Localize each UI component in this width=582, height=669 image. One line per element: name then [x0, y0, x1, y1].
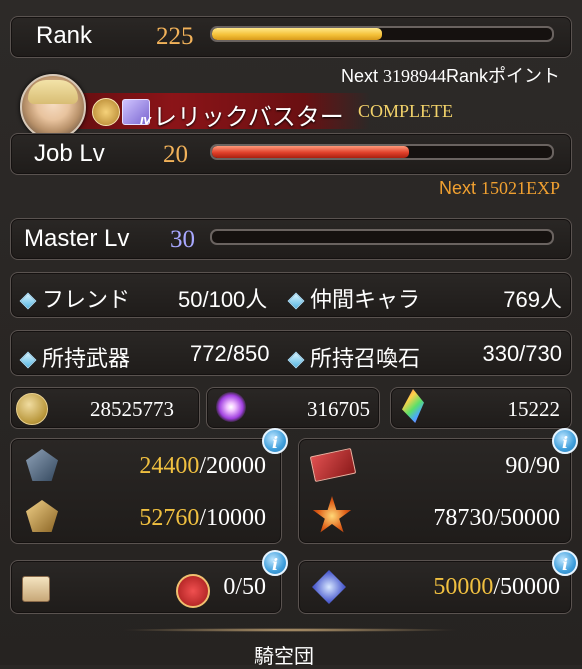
- rank-next-text: Next 3198944Rankポイント: [340, 66, 560, 86]
- diamond-icon: [19, 351, 37, 369]
- crystal-orb-icon: [216, 392, 246, 422]
- master-progress-bar: [210, 229, 554, 245]
- heart-value: 50000/50000: [433, 574, 560, 600]
- diamond-icon: [287, 292, 305, 310]
- summons-label[interactable]: 所持召喚石: [287, 341, 420, 373]
- friends-value: 50/100人: [178, 287, 268, 312]
- weapons-label[interactable]: 所持武器: [19, 341, 130, 373]
- crew-label[interactable]: 仲間キャラ: [287, 282, 420, 314]
- ticket-info-icon[interactable]: i: [552, 428, 578, 454]
- diamond-icon: [287, 351, 305, 369]
- master-level-value: 30: [170, 226, 195, 253]
- job-complete-status: COMPLETE: [358, 101, 454, 121]
- rank-value: 225: [156, 23, 194, 50]
- rank-iv-mark: Ⅳ: [140, 116, 151, 127]
- master-level-label: Master Lv: [24, 225, 130, 252]
- rank-up-chevron-icon: [176, 574, 210, 608]
- treasure-box-icon: [22, 576, 50, 602]
- class-rank-icon: Ⅳ: [122, 99, 151, 127]
- burst-value: 78730/50000: [433, 505, 560, 531]
- gem-value: 15222: [507, 397, 561, 421]
- rank-label: Rank: [36, 22, 93, 49]
- rank-progress-bar: [210, 26, 554, 42]
- friends-label[interactable]: フレンド: [19, 282, 130, 314]
- character-avatar[interactable]: [20, 74, 86, 140]
- diamond-icon: [19, 292, 37, 310]
- box-value: 0/50: [223, 574, 266, 600]
- crew-value: 769人: [503, 287, 562, 312]
- stock-info-icon[interactable]: i: [262, 428, 288, 454]
- box-info-icon[interactable]: i: [262, 550, 288, 576]
- footer-divider: [120, 628, 460, 632]
- ticket-value: 90/90: [505, 453, 560, 479]
- heart-info-icon[interactable]: i: [552, 550, 578, 576]
- job-progress-bar: [210, 144, 554, 160]
- avatar-hair: [28, 80, 78, 104]
- weapons-value: 772/850: [190, 341, 270, 366]
- stock-gold-value: 52760/10000: [139, 505, 266, 531]
- summons-value: 330/730: [482, 341, 562, 366]
- job-level-label: Job Lv: [34, 140, 105, 167]
- rupie-value: 28525773: [90, 397, 174, 421]
- job-next-text: Next 15021EXP: [438, 178, 560, 198]
- rupie-coin-icon: [16, 393, 48, 425]
- class-emblem-icon: [92, 98, 120, 126]
- job-level-value: 20: [163, 141, 188, 168]
- stock-silver-value: 24400/20000: [139, 453, 266, 479]
- job-title: レリックバスター: [153, 104, 344, 131]
- crystal-value: 316705: [307, 397, 370, 421]
